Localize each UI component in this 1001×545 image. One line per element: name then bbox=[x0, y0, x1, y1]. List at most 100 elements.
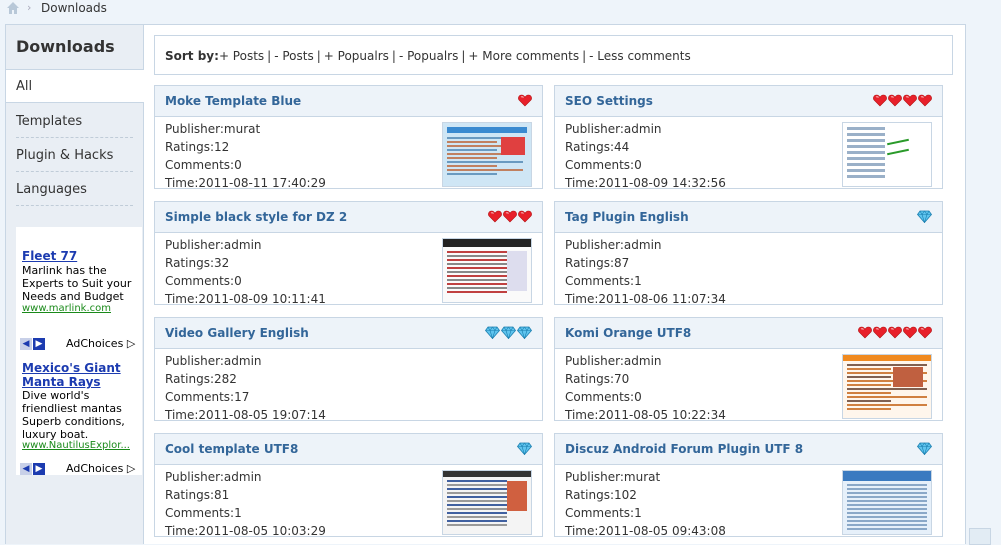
card-publisher: Publisher:admin bbox=[165, 238, 262, 252]
card-title[interactable]: SEO Settings bbox=[565, 94, 653, 108]
heart-icon bbox=[518, 94, 532, 107]
card-title[interactable]: Discuz Android Forum Plugin UTF 8 bbox=[565, 442, 803, 456]
heart-icon bbox=[918, 94, 932, 107]
ad-body: Dive world's friendliest mantas Superb c… bbox=[22, 389, 125, 441]
sidebar: Downloads All Templates Plugin & Hacks L… bbox=[6, 25, 144, 544]
download-card: Video Gallery English Publisher:admin Ra… bbox=[154, 317, 543, 424]
sidebar-item-templates[interactable]: Templates bbox=[6, 105, 143, 138]
gem-icon bbox=[917, 210, 932, 223]
card-info: Publisher:admin Ratings:282 Comments:17 … bbox=[165, 352, 326, 424]
heart-icon bbox=[858, 326, 872, 339]
card-ratings: Ratings:12 bbox=[165, 140, 230, 154]
card-info: Publisher:admin Ratings:32 Comments:0 Ti… bbox=[165, 236, 326, 308]
sidebar-item-languages[interactable]: Languages bbox=[6, 173, 143, 206]
card-publisher: Publisher:murat bbox=[565, 470, 661, 484]
card-comments: Comments:1 bbox=[165, 506, 242, 520]
rating-heart-icons bbox=[518, 94, 532, 108]
card-header: SEO Settings bbox=[555, 86, 942, 117]
ad-body: Marlink has the Experts to Suit your Nee… bbox=[22, 264, 132, 303]
card-comments: Comments:1 bbox=[565, 506, 642, 520]
ad-nav[interactable]: ◀ ▶ bbox=[20, 460, 46, 475]
prev-arrow-icon[interactable]: ◀ bbox=[20, 463, 32, 475]
heart-icon bbox=[503, 210, 517, 223]
ad-url[interactable]: www.marlink.com bbox=[22, 303, 111, 314]
card-title[interactable]: Moke Template Blue bbox=[165, 94, 301, 108]
next-arrow-icon[interactable]: ▶ bbox=[33, 338, 45, 350]
rating-gem-icons bbox=[485, 326, 532, 340]
card-header: Tag Plugin English bbox=[555, 202, 942, 233]
card-ratings: Ratings:81 bbox=[165, 488, 230, 502]
prev-arrow-icon[interactable]: ◀ bbox=[20, 338, 32, 350]
rating-gem-icons bbox=[917, 442, 932, 456]
sidebar-item-label: Templates bbox=[16, 114, 83, 129]
card-title[interactable]: Cool template UTF8 bbox=[165, 442, 298, 456]
sidebar-item-plugin-hacks[interactable]: Plugin & Hacks bbox=[6, 139, 143, 172]
sort-comments-less[interactable]: - Less comments bbox=[589, 49, 691, 63]
card-title[interactable]: Simple black style for DZ 2 bbox=[165, 210, 347, 224]
breadcrumb: › Downloads bbox=[0, 0, 1001, 18]
card-thumbnail[interactable] bbox=[842, 122, 932, 187]
breadcrumb-current: Downloads bbox=[41, 1, 107, 15]
download-card: Cool template UTF8 Publisher:admin Ratin… bbox=[154, 433, 543, 540]
scrollbar-thumb[interactable] bbox=[969, 528, 991, 545]
card-thumbnail[interactable] bbox=[842, 470, 932, 535]
card-thumbnail[interactable] bbox=[442, 122, 532, 187]
card-thumbnail[interactable] bbox=[442, 470, 532, 535]
card-info: Publisher:admin Ratings:81 Comments:1 Ti… bbox=[165, 468, 326, 540]
card-ratings: Ratings:282 bbox=[165, 372, 237, 386]
gem-icon bbox=[517, 326, 532, 339]
heart-icon bbox=[518, 210, 532, 223]
card-title[interactable]: Komi Orange UTF8 bbox=[565, 326, 691, 340]
card-header: Video Gallery English bbox=[155, 318, 542, 349]
card-comments: Comments:0 bbox=[565, 390, 642, 404]
rating-gem-icons bbox=[517, 442, 532, 456]
card-thumbnail[interactable] bbox=[842, 354, 932, 419]
card-comments: Comments:0 bbox=[565, 158, 642, 172]
home-icon[interactable] bbox=[6, 1, 20, 15]
sort-posts-asc[interactable]: + Posts bbox=[219, 49, 264, 63]
card-comments: Comments:0 bbox=[165, 274, 242, 288]
card-time: Time:2011-08-05 10:22:34 bbox=[565, 408, 726, 422]
card-header: Komi Orange UTF8 bbox=[555, 318, 942, 349]
card-thumbnail[interactable] bbox=[442, 238, 532, 303]
card-header: Discuz Android Forum Plugin UTF 8 bbox=[555, 434, 942, 465]
card-info: Publisher:admin Ratings:70 Comments:0 Ti… bbox=[565, 352, 726, 424]
rating-heart-icons bbox=[488, 210, 532, 224]
sort-comments-more[interactable]: + More comments bbox=[468, 49, 579, 63]
sidebar-item-all[interactable]: All bbox=[6, 70, 144, 103]
sort-popular-desc[interactable]: - Popualrs bbox=[399, 49, 458, 63]
card-ratings: Ratings:87 bbox=[565, 256, 630, 270]
rating-gem-icons bbox=[917, 210, 932, 224]
card-time: Time:2011-08-05 10:03:29 bbox=[165, 524, 326, 538]
ad-title[interactable]: Fleet 77 bbox=[22, 249, 77, 263]
ad-choices[interactable]: AdChoices ▷ bbox=[66, 462, 135, 475]
sort-posts-desc[interactable]: - Posts bbox=[274, 49, 314, 63]
card-time: Time:2011-08-09 14:32:56 bbox=[565, 176, 726, 190]
next-arrow-icon[interactable]: ▶ bbox=[33, 463, 45, 475]
card-ratings: Ratings:32 bbox=[165, 256, 230, 270]
card-time: Time:2011-08-06 11:07:34 bbox=[565, 292, 726, 306]
card-title[interactable]: Video Gallery English bbox=[165, 326, 309, 340]
card-ratings: Ratings:44 bbox=[565, 140, 630, 154]
ad-choices-label: AdChoices bbox=[66, 337, 124, 350]
card-title[interactable]: Tag Plugin English bbox=[565, 210, 689, 224]
card-time: Time:2011-08-05 19:07:14 bbox=[165, 408, 326, 422]
heart-icon bbox=[488, 210, 502, 223]
ad-title[interactable]: Mexico's Giant Manta Rays bbox=[22, 361, 142, 389]
adchoices-icon: ▷ bbox=[126, 337, 136, 350]
card-comments: Comments:17 bbox=[165, 390, 250, 404]
ad-choices[interactable]: AdChoices ▷ bbox=[66, 337, 135, 350]
sort-popular-asc[interactable]: + Popualrs bbox=[324, 49, 389, 63]
sidebar-title: Downloads bbox=[6, 25, 143, 70]
page-scrollbar[interactable] bbox=[968, 0, 1001, 543]
adchoices-icon: ▷ bbox=[126, 462, 136, 475]
gem-icon bbox=[485, 326, 500, 339]
card-publisher: Publisher:admin bbox=[165, 354, 262, 368]
card-time: Time:2011-08-05 09:43:08 bbox=[565, 524, 726, 538]
ad-url[interactable]: www.NautilusExplor... bbox=[22, 440, 130, 451]
card-info: Publisher:murat Ratings:12 Comments:0 Ti… bbox=[165, 120, 326, 192]
download-card: Simple black style for DZ 2 Publisher:ad… bbox=[154, 201, 543, 308]
card-info: Publisher:murat Ratings:102 Comments:1 T… bbox=[565, 468, 726, 540]
ad-nav[interactable]: ◀ ▶ bbox=[20, 335, 46, 350]
card-ratings: Ratings:102 bbox=[565, 488, 637, 502]
